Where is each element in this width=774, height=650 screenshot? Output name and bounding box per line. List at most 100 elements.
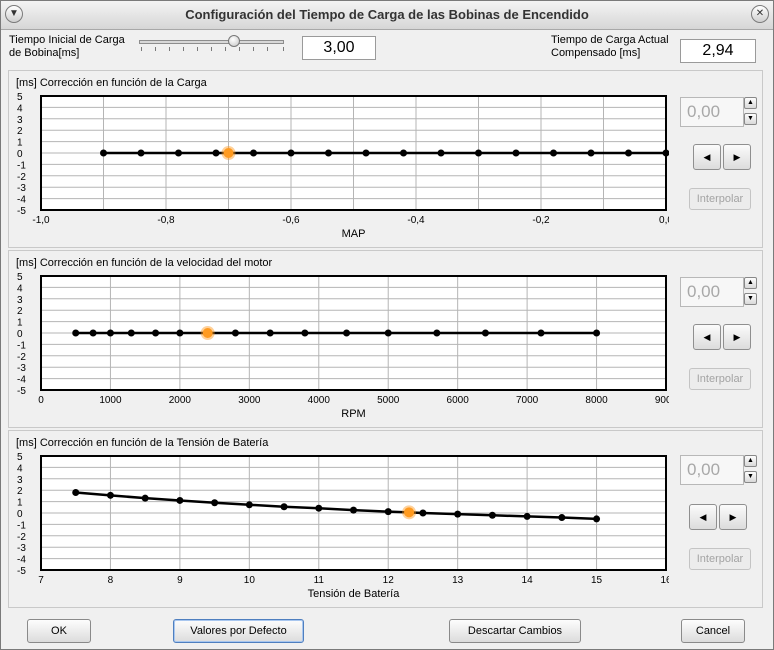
battery-correction-panel: [ms] Corrección en función de la Tensión…	[8, 430, 763, 608]
data-point[interactable]	[152, 329, 160, 337]
close-icon[interactable]: ✕	[751, 5, 769, 23]
data-point[interactable]	[106, 491, 114, 499]
interpolate-button[interactable]: Interpolar	[689, 368, 751, 390]
discard-changes-button[interactable]: Descartar Cambios	[449, 619, 581, 643]
data-point[interactable]	[454, 510, 462, 518]
data-point[interactable]	[537, 329, 545, 337]
ok-button[interactable]: OK	[27, 619, 91, 643]
correction-value-input[interactable]: 0,00	[680, 97, 744, 127]
initial-charge-slider-thumb[interactable]	[228, 35, 240, 47]
data-point[interactable]	[400, 149, 407, 157]
data-point[interactable]	[89, 329, 97, 337]
data-point[interactable]	[593, 515, 601, 523]
arrow-left-icon[interactable]: ◀	[693, 324, 721, 350]
rpm-correction-chart[interactable]: 543210-1-2-3-4-50 1000 2000 3000 4000 5000 600…	[9, 251, 669, 427]
y-tick-label: -1	[17, 160, 26, 171]
y-tick-label: -4	[17, 375, 26, 386]
data-point[interactable]	[141, 494, 149, 502]
data-point[interactable]	[315, 504, 323, 512]
arrow-up-icon[interactable]: ▲	[744, 97, 757, 109]
y-tick-label: 0	[17, 149, 23, 160]
data-point[interactable]	[72, 488, 80, 496]
arrow-right-icon[interactable]: ▶	[723, 144, 751, 170]
arrow-right-icon[interactable]: ▶	[723, 324, 751, 350]
defaults-button[interactable]: Valores por Defecto	[173, 619, 304, 643]
data-point[interactable]	[362, 149, 370, 157]
arrow-up-icon[interactable]: ▲	[744, 277, 757, 289]
data-point[interactable]	[523, 512, 531, 520]
data-point[interactable]	[212, 149, 220, 157]
data-point[interactable]	[587, 149, 595, 157]
data-point[interactable]	[433, 329, 441, 337]
data-point[interactable]	[350, 506, 357, 514]
interpolate-button[interactable]: Interpolar	[689, 548, 751, 570]
x-tick-label: 14	[522, 575, 534, 586]
data-point[interactable]	[550, 149, 557, 157]
data-point[interactable]	[176, 496, 184, 504]
battery-correction-chart[interactable]: 543210-1-2-3-4-57 8 9 10 11 12 13 14 15 16Tensión…	[9, 431, 669, 607]
y-tick-label: -5	[17, 386, 26, 397]
initial-charge-slider-track[interactable]	[139, 40, 284, 44]
data-point[interactable]	[512, 149, 520, 157]
data-point[interactable]	[625, 149, 632, 157]
data-point[interactable]	[100, 149, 107, 157]
data-point[interactable]	[250, 149, 257, 157]
x-tick-label: 7000	[516, 395, 539, 406]
cancel-button[interactable]: Cancel	[681, 619, 745, 643]
x-tick-label: -1,0	[32, 215, 50, 226]
data-point[interactable]	[287, 149, 295, 157]
data-point[interactable]	[419, 509, 427, 517]
window-title: Configuración del Tiempo de Carga de las…	[185, 7, 589, 22]
x-tick-label: 6000	[447, 395, 470, 406]
data-point[interactable]	[175, 149, 182, 157]
arrow-down-icon[interactable]: ▼	[744, 113, 757, 125]
data-point[interactable]	[280, 503, 288, 511]
data-point[interactable]	[137, 149, 145, 157]
y-tick-label: 1	[17, 138, 23, 149]
y-tick-label: 5	[17, 452, 23, 463]
selected-data-point[interactable]	[202, 328, 213, 338]
data-point[interactable]	[301, 329, 309, 337]
interpolate-button[interactable]: Interpolar	[689, 188, 751, 210]
actual-charge-label: Tiempo de Carga Actual Compensado [ms]	[551, 34, 669, 60]
data-point[interactable]	[231, 329, 239, 337]
data-point[interactable]	[343, 329, 351, 337]
data-point[interactable]	[475, 149, 482, 157]
x-tick-label: 8000	[585, 395, 608, 406]
data-point[interactable]	[325, 149, 332, 157]
data-point[interactable]	[384, 329, 392, 337]
data-point[interactable]	[176, 329, 184, 337]
correction-value-input[interactable]: 0,00	[680, 455, 744, 485]
arrow-left-icon[interactable]: ◀	[693, 144, 721, 170]
data-point[interactable]	[72, 329, 80, 337]
arrow-down-icon[interactable]: ▼	[744, 293, 757, 305]
load-correction-chart[interactable]: 543210-1-2-3-4-5 -1,0 -0,8 -0,6 -0,4 -0,2 0,0 M…	[9, 71, 669, 247]
y-tick-label: -1	[17, 340, 26, 351]
arrow-down-icon[interactable]: ▼	[744, 471, 757, 483]
data-point[interactable]	[106, 329, 114, 337]
arrow-right-icon[interactable]: ▶	[719, 504, 747, 530]
arrow-up-icon[interactable]: ▲	[744, 455, 757, 467]
data-point[interactable]	[266, 329, 274, 337]
data-point[interactable]	[481, 329, 489, 337]
x-tick-label: -0,2	[532, 215, 550, 226]
correction-value-input[interactable]: 0,00	[680, 277, 744, 307]
x-tick-label: 2000	[169, 395, 192, 406]
data-point[interactable]	[245, 501, 253, 509]
y-tick-label: -2	[17, 352, 26, 363]
data-point[interactable]	[211, 499, 219, 507]
data-point[interactable]	[593, 329, 601, 337]
arrow-left-icon[interactable]: ◀	[689, 504, 717, 530]
rpm-correction-panel: [ms] Corrección en función de la velocid…	[8, 250, 763, 428]
y-tick-label: 0	[17, 509, 23, 520]
data-point[interactable]	[558, 514, 566, 522]
selected-data-point[interactable]	[223, 148, 234, 158]
data-point[interactable]	[127, 329, 135, 337]
x-tick-label: -0,4	[407, 215, 425, 226]
data-point[interactable]	[437, 149, 445, 157]
selected-data-point[interactable]	[404, 507, 415, 518]
initial-charge-value[interactable]: 3,00	[302, 36, 376, 60]
y-tick-label: 5	[17, 272, 23, 283]
data-point[interactable]	[488, 511, 496, 519]
data-point[interactable]	[384, 508, 392, 516]
